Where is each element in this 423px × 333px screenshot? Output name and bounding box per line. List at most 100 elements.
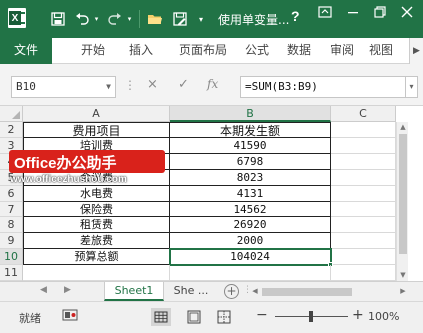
cell-b[interactable]: 14562 bbox=[170, 202, 331, 217]
ribbon-tabs: 文件 开始 插入 页面布局 公式 数据 审阅 视图 ▶ bbox=[0, 38, 423, 64]
enter-icon[interactable]: ✓ bbox=[178, 77, 189, 92]
title-bar: X ▾ ▾ ▾ 使用单变量... ? bbox=[0, 0, 423, 38]
cell-c[interactable] bbox=[331, 202, 396, 217]
undo-dropdown-icon[interactable]: ▾ bbox=[92, 9, 101, 29]
row-header[interactable]: 6 bbox=[0, 186, 23, 202]
select-all-button[interactable] bbox=[0, 106, 23, 122]
row-header[interactable]: 9 bbox=[0, 233, 23, 249]
cell-a[interactable]: 差旅费 bbox=[23, 233, 170, 249]
horizontal-scroll-thumb[interactable] bbox=[262, 288, 352, 296]
minimize-icon[interactable] bbox=[341, 6, 365, 22]
cell-a[interactable]: 水电费 bbox=[23, 186, 170, 202]
sheet-next-icon[interactable]: ▶ bbox=[64, 285, 71, 295]
cell-c[interactable] bbox=[331, 217, 396, 233]
column-header-c[interactable]: C bbox=[331, 106, 396, 122]
scroll-down-icon[interactable]: ▼ bbox=[397, 270, 409, 281]
watermark-badge-text: Office办公助手 bbox=[14, 155, 117, 172]
vertical-scrollbar[interactable]: ▲ ▼ bbox=[396, 122, 408, 281]
name-box-value: B10 bbox=[16, 80, 36, 93]
cell-b[interactable]: 本期发生额 bbox=[170, 122, 331, 138]
formula-input[interactable]: =SUM(B3:B9) bbox=[240, 76, 406, 98]
tab-file[interactable]: 文件 bbox=[0, 38, 52, 64]
column-header-a[interactable]: A bbox=[23, 106, 170, 122]
cell-c[interactable] bbox=[331, 154, 396, 170]
cell-a[interactable]: 保险费 bbox=[23, 202, 170, 217]
cell-b[interactable]: 6798 bbox=[170, 154, 331, 170]
cell-b[interactable]: 2000 bbox=[170, 233, 331, 249]
cell-c[interactable] bbox=[331, 265, 396, 281]
sheet-prev-icon[interactable]: ◀ bbox=[40, 285, 47, 295]
insert-function-button[interactable]: fx bbox=[207, 77, 218, 91]
row-header[interactable]: 11 bbox=[0, 265, 23, 281]
cell-c[interactable] bbox=[331, 186, 396, 202]
cell-c[interactable] bbox=[331, 233, 396, 249]
page-break-preview-icon[interactable] bbox=[214, 308, 234, 326]
formula-bar-grip-icon[interactable]: ⋮ bbox=[124, 78, 137, 92]
tab-review[interactable]: 审阅 bbox=[322, 38, 362, 64]
redo-icon[interactable] bbox=[106, 9, 124, 29]
open-folder-icon[interactable] bbox=[145, 9, 165, 29]
cell-a[interactable]: 预算总额 bbox=[23, 249, 170, 265]
page-layout-view-icon[interactable] bbox=[184, 308, 204, 326]
scroll-right-icon[interactable]: ▶ bbox=[398, 286, 408, 297]
zoom-level[interactable]: 100% bbox=[368, 310, 399, 323]
tab-home[interactable]: 开始 bbox=[70, 38, 116, 64]
tab-page-layout[interactable]: 页面布局 bbox=[168, 38, 238, 64]
cell-c[interactable] bbox=[331, 249, 396, 265]
close-icon[interactable] bbox=[395, 6, 419, 22]
separator bbox=[139, 10, 140, 28]
formula-bar: B10 ▼ ⋮ × ✓ fx =SUM(B3:B9) ▾ bbox=[0, 64, 423, 106]
cell-a[interactable]: 租赁费 bbox=[23, 217, 170, 233]
zoom-out-button[interactable]: − bbox=[256, 307, 268, 323]
column-header-b[interactable]: B bbox=[170, 106, 331, 122]
save-icon[interactable] bbox=[49, 9, 67, 29]
tab-formulas[interactable]: 公式 bbox=[237, 38, 277, 64]
quick-access-dropdown-icon[interactable]: ▾ bbox=[196, 9, 206, 29]
restore-icon[interactable] bbox=[368, 6, 392, 22]
tab-view[interactable]: 视图 bbox=[369, 38, 409, 64]
zoom-slider-handle[interactable] bbox=[309, 311, 313, 322]
cell-c[interactable] bbox=[331, 170, 396, 186]
cell-b[interactable]: 104024 bbox=[170, 249, 331, 265]
expand-formula-bar-icon[interactable]: ▾ bbox=[406, 76, 418, 98]
sheet-tab-sheet2[interactable]: She ... bbox=[168, 282, 214, 301]
row-header[interactable]: 10 bbox=[0, 249, 23, 265]
cancel-icon[interactable]: × bbox=[147, 77, 158, 92]
tab-insert[interactable]: 插入 bbox=[118, 38, 164, 64]
cell-a[interactable]: 费用项目 bbox=[23, 122, 170, 138]
watermark-url: www.officezhushou.com bbox=[10, 174, 127, 185]
sheet-tab-sheet1[interactable]: Sheet1 bbox=[104, 282, 164, 301]
cell-a[interactable] bbox=[23, 265, 170, 281]
cell-b[interactable]: 4131 bbox=[170, 186, 331, 202]
row-header[interactable]: 8 bbox=[0, 217, 23, 233]
cell-b[interactable]: 8023 bbox=[170, 170, 331, 186]
chevron-down-icon[interactable]: ▼ bbox=[106, 77, 111, 97]
undo-icon[interactable] bbox=[73, 9, 91, 29]
horizontal-scrollbar[interactable]: ◀ ▶ bbox=[250, 286, 410, 298]
scroll-left-icon[interactable]: ◀ bbox=[250, 286, 260, 297]
scroll-up-icon[interactable]: ▲ bbox=[397, 122, 409, 133]
row-header[interactable]: 2 bbox=[0, 122, 23, 138]
name-box[interactable]: B10 ▼ bbox=[11, 76, 116, 98]
macro-record-icon[interactable] bbox=[62, 308, 80, 324]
help-button[interactable]: ? bbox=[291, 8, 300, 24]
cell-b[interactable]: 26920 bbox=[170, 217, 331, 233]
vertical-scroll-thumb[interactable] bbox=[399, 134, 407, 254]
cell-c[interactable] bbox=[331, 138, 396, 154]
worksheet-grid[interactable]: A B C 2费用项目本期发生额3培训费415904办公费67985会议费802… bbox=[0, 106, 423, 281]
add-sheet-button[interactable]: + bbox=[224, 284, 239, 299]
excel-logo-icon[interactable]: X bbox=[8, 8, 26, 28]
cell-c[interactable] bbox=[331, 122, 396, 138]
status-ready: 就绪 bbox=[19, 312, 41, 325]
zoom-in-button[interactable]: + bbox=[352, 307, 364, 323]
window-title: 使用单变量... bbox=[218, 13, 290, 27]
tab-data[interactable]: 数据 bbox=[279, 38, 319, 64]
tab-scroll-right-icon[interactable]: ▶ bbox=[409, 38, 423, 64]
row-header[interactable]: 7 bbox=[0, 202, 23, 217]
cell-b[interactable] bbox=[170, 265, 331, 281]
ribbon-display-options-icon[interactable] bbox=[313, 6, 337, 22]
save-as-icon[interactable] bbox=[171, 9, 189, 29]
redo-dropdown-icon[interactable]: ▾ bbox=[125, 9, 134, 29]
normal-view-icon[interactable] bbox=[151, 308, 171, 326]
cell-b[interactable]: 41590 bbox=[170, 138, 331, 154]
